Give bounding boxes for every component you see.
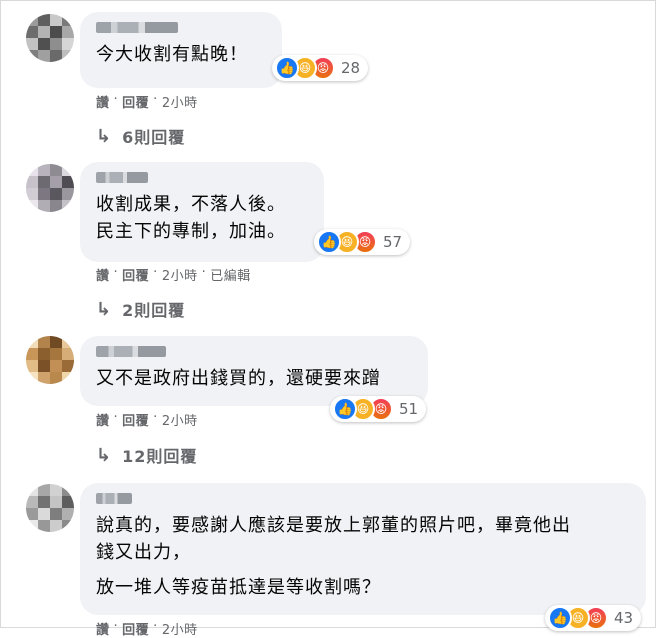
thumbs-up-icon: 👍 (548, 606, 572, 630)
comment-text: 又不是政府出錢買的，還硬要來蹭 (96, 368, 381, 389)
commenter-name-blurred[interactable] (96, 172, 148, 183)
comment-actions: 讚 · 回覆 · 2小時 (96, 619, 198, 638)
comment-text: 收割成果，不落人後。 (96, 194, 286, 215)
commenter-name-blurred[interactable] (96, 346, 166, 357)
reply-arrow-icon: ↳ (96, 125, 113, 147)
like-link[interactable]: 讚 (96, 410, 110, 429)
replies-count-label: 12則回覆 (122, 447, 198, 466)
reply-link[interactable]: 回覆 (122, 410, 149, 429)
reaction-count: 28 (341, 59, 361, 77)
comment-bubble: 說真的，要感謝人應該是要放上郭董的照片吧，畢竟他出 錢又出力， 放一堆人等疫苗抵… (80, 483, 646, 615)
like-link[interactable]: 讚 (96, 92, 110, 111)
reaction-count: 51 (399, 400, 419, 418)
comment-actions: 讚 · 回覆 · 2小時 (96, 410, 198, 429)
reactions-summary[interactable]: 👍 😆 😡 43 (545, 605, 642, 631)
commenter-name-blurred[interactable] (96, 493, 132, 504)
thumbs-up-icon: 👍 (333, 397, 357, 421)
reactions-summary[interactable]: 👍 😆 😡 51 (330, 396, 427, 422)
like-link[interactable]: 讚 (96, 265, 110, 284)
reply-link[interactable]: 回覆 (122, 619, 149, 638)
edited-label[interactable]: 已編輯 (210, 265, 251, 284)
replies-count-label: 2則回覆 (122, 301, 186, 320)
comment-text: 民主下的專制，加油。 (96, 221, 286, 242)
reply-arrow-icon: ↳ (96, 298, 113, 320)
timestamp[interactable]: 2小時 (162, 619, 198, 638)
avatar[interactable] (26, 484, 74, 532)
view-replies-button[interactable]: ↳ 6則回覆 (96, 124, 185, 148)
like-link[interactable]: 讚 (96, 619, 110, 638)
reactions-summary[interactable]: 👍 😆 😡 57 (314, 229, 411, 255)
thumbs-up-icon: 👍 (275, 56, 299, 80)
thumbs-up-icon: 👍 (317, 230, 341, 254)
avatar[interactable] (26, 14, 74, 62)
reaction-count: 57 (383, 233, 403, 251)
comment-bubble: 今大收割有點晚！ (80, 12, 282, 88)
view-replies-button[interactable]: ↳ 2則回覆 (96, 297, 185, 321)
comment-bubble: 收割成果，不落人後。 民主下的專制，加油。 (80, 162, 324, 262)
view-replies-button[interactable]: ↳ 12則回覆 (96, 443, 197, 467)
comment-text: 放一堆人等疫苗抵達是等收割嗎？ (96, 577, 381, 598)
reaction-count: 43 (614, 609, 634, 627)
avatar[interactable] (26, 336, 74, 384)
comment-actions: 讚 · 回覆 · 2小時 (96, 92, 198, 111)
timestamp[interactable]: 2小時 (162, 410, 198, 429)
reply-link[interactable]: 回覆 (122, 92, 149, 111)
reactions-summary[interactable]: 👍 😆 😡 28 (272, 55, 369, 81)
replies-count-label: 6則回覆 (122, 128, 186, 147)
reply-arrow-icon: ↳ (96, 444, 113, 466)
timestamp[interactable]: 2小時 (162, 92, 198, 111)
comment-text: 今大收割有點晚！ (96, 44, 248, 65)
reply-link[interactable]: 回覆 (122, 265, 149, 284)
avatar[interactable] (26, 164, 74, 212)
comment-text: 說真的，要感謝人應該是要放上郭董的照片吧，畢竟他出 (96, 515, 571, 536)
commenter-name-blurred[interactable] (96, 22, 178, 33)
comment-text: 錢又出力， (96, 542, 191, 563)
comment-actions: 讚 · 回覆 · 2小時 · 已編輯 (96, 265, 251, 284)
timestamp[interactable]: 2小時 (162, 265, 198, 284)
